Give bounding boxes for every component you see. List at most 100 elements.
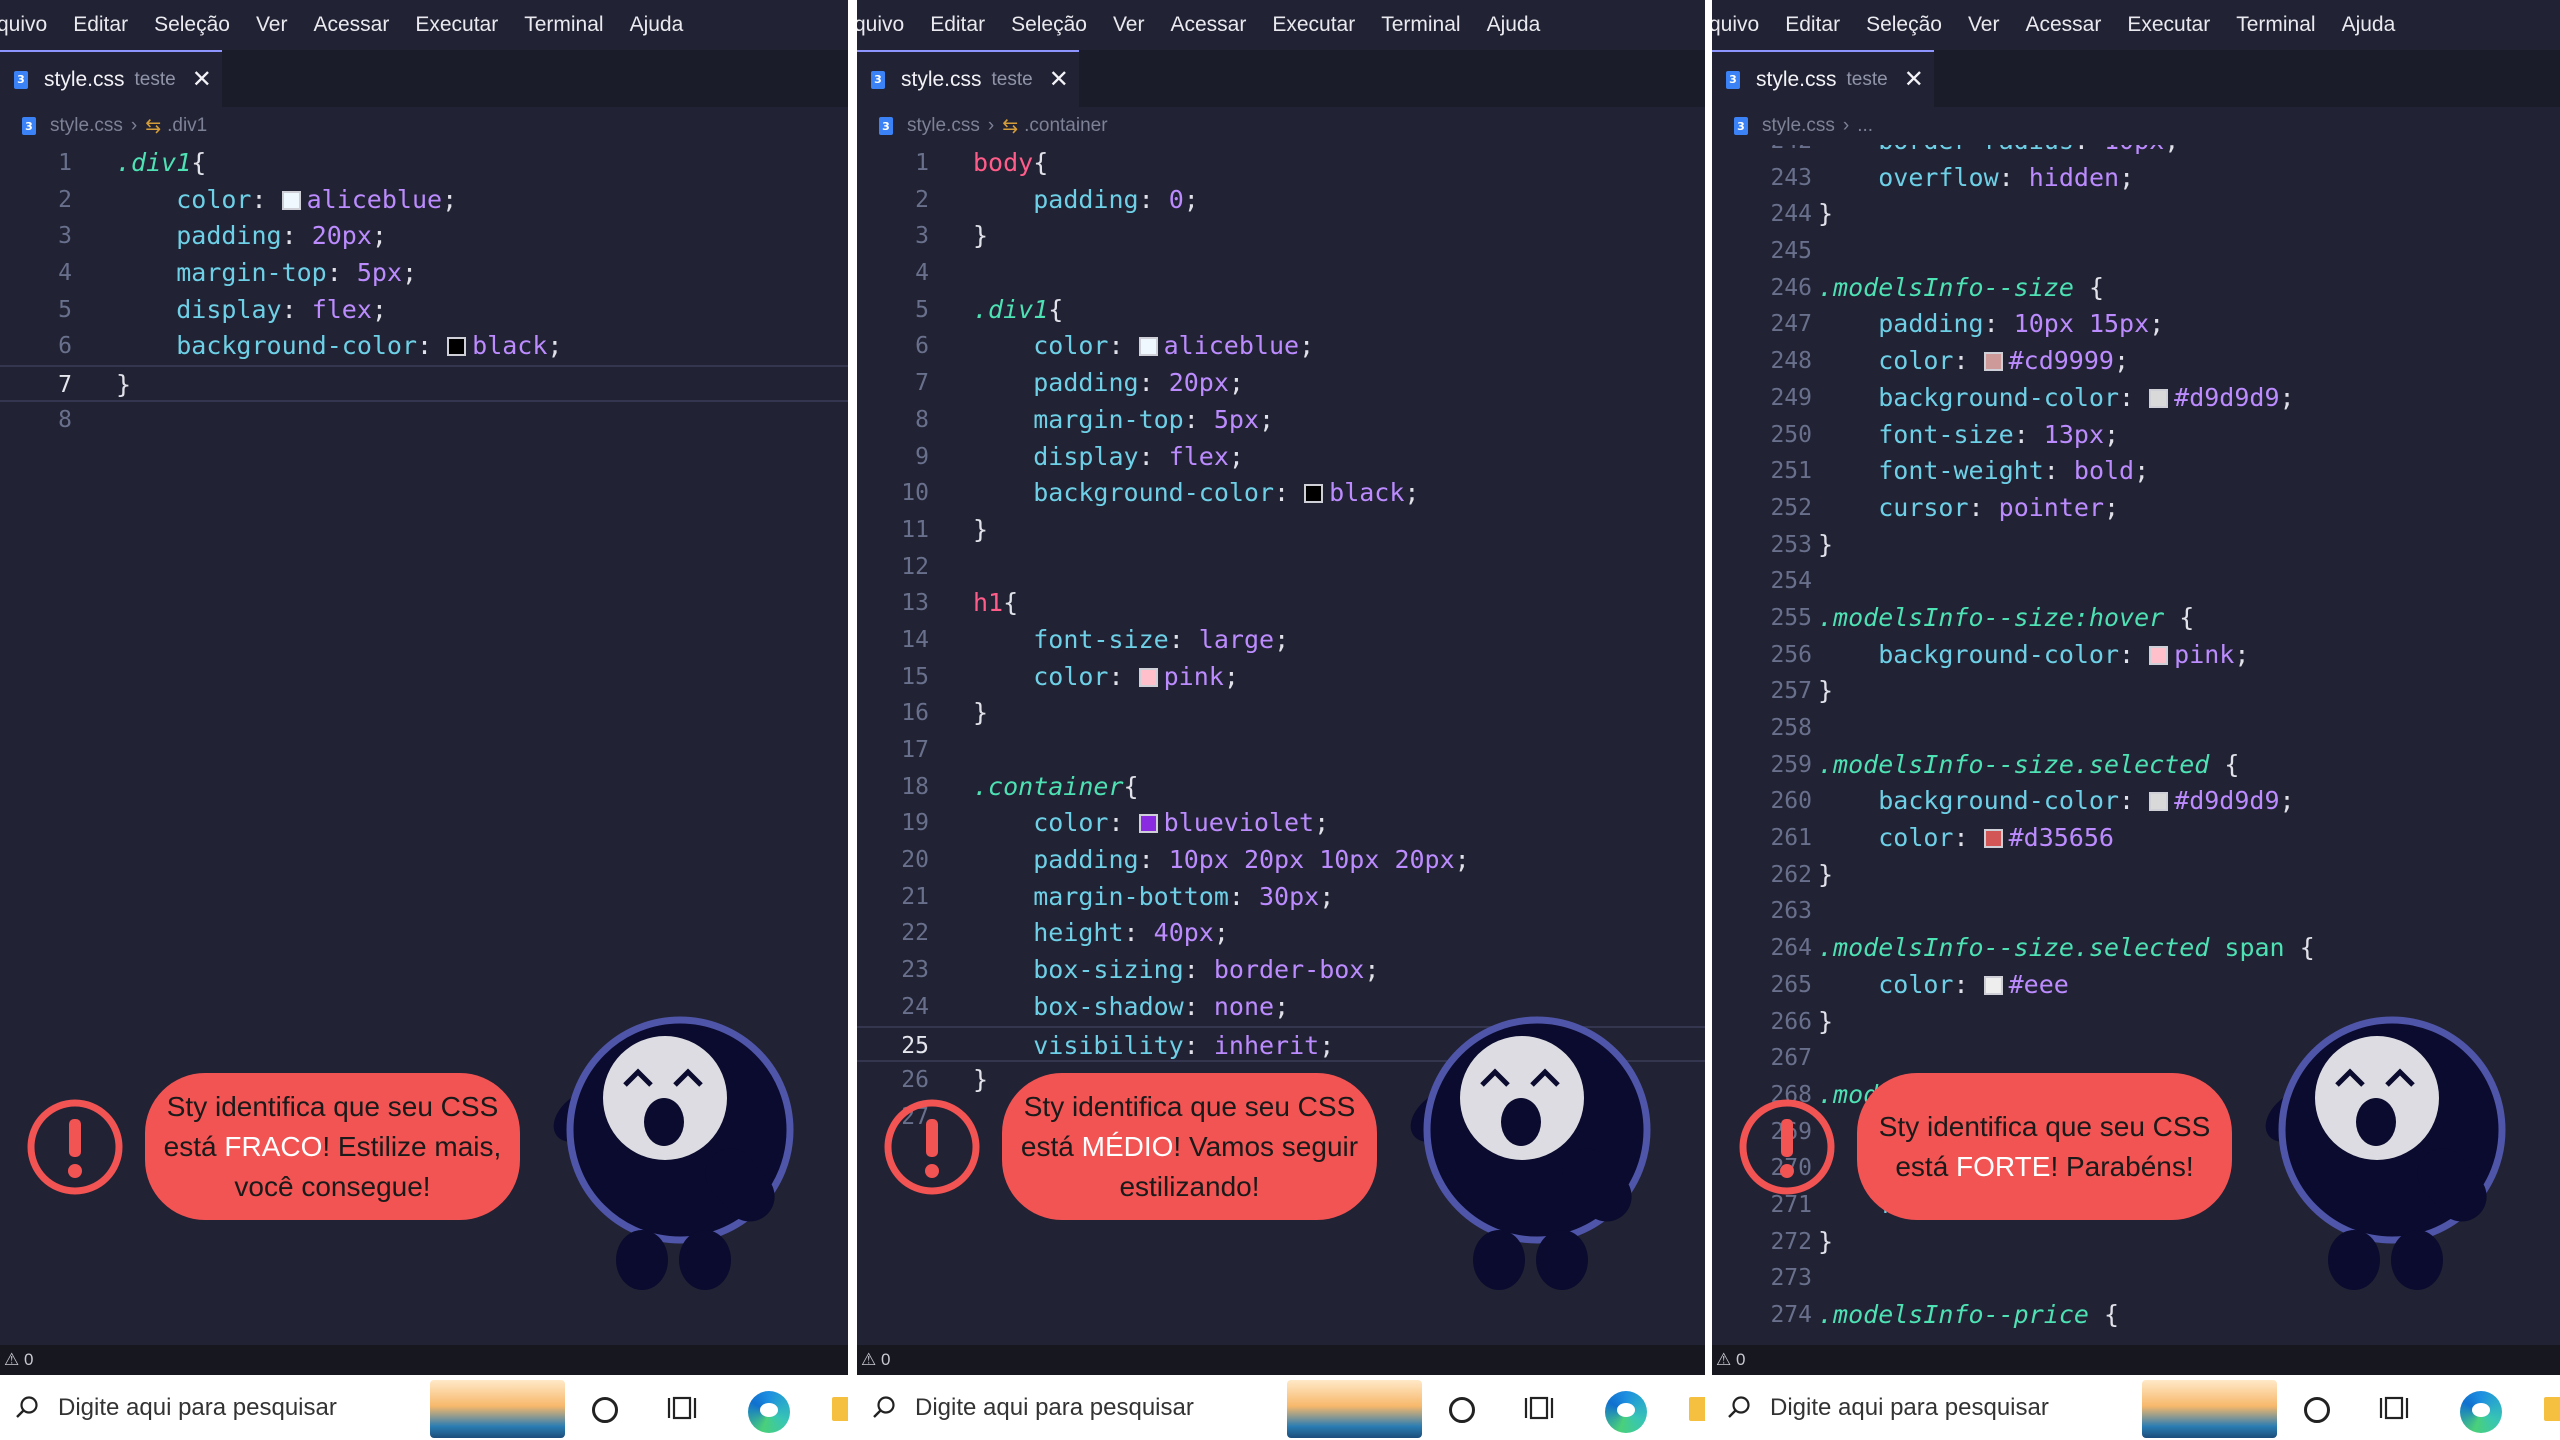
taskbar-search-input[interactable]: Digite aqui para pesquisar bbox=[58, 1394, 337, 1422]
code-line[interactable]: 22 height: 40px; bbox=[857, 915, 1705, 952]
code-line[interactable]: 2 color: aliceblue; bbox=[0, 182, 848, 219]
menu-item-2[interactable]: Editar bbox=[1785, 13, 1840, 37]
code-line[interactable]: 251 font-weight: bold; bbox=[1712, 453, 2560, 490]
file-explorer-icon[interactable] bbox=[832, 1397, 848, 1421]
menu-item-5[interactable]: Acessar bbox=[313, 13, 389, 37]
code-line[interactable]: 4 margin-top: 5px; bbox=[0, 255, 848, 292]
code-line[interactable]: 12 bbox=[857, 549, 1705, 586]
close-icon[interactable]: ✕ bbox=[1904, 65, 1924, 94]
code-line[interactable]: 1 body{ bbox=[857, 145, 1705, 182]
menu-item-5[interactable]: Acessar bbox=[2025, 13, 2101, 37]
code-line[interactable]: 245 bbox=[1712, 233, 2560, 270]
code-line[interactable]: 256 background-color: pink; bbox=[1712, 637, 2560, 674]
code-line[interactable]: 14 font-size: large; bbox=[857, 622, 1705, 659]
taskbar-search-input[interactable]: Digite aqui para pesquisar bbox=[1770, 1394, 2049, 1422]
code-line[interactable]: 7 padding: 20px; bbox=[857, 365, 1705, 402]
code-line[interactable]: 7} bbox=[0, 365, 848, 402]
code-line[interactable]: 9 display: flex; bbox=[857, 439, 1705, 476]
search-highlight-image[interactable] bbox=[1287, 1380, 1422, 1438]
code-line[interactable]: 258 bbox=[1712, 710, 2560, 747]
code-line[interactable]: 262} bbox=[1712, 857, 2560, 894]
cortana-icon[interactable] bbox=[592, 1397, 618, 1423]
task-view-icon[interactable] bbox=[2379, 1395, 2409, 1421]
cortana-icon[interactable] bbox=[2304, 1397, 2330, 1423]
tab-style-css[interactable]: 3 style.css teste ✕ bbox=[0, 50, 222, 107]
code-line[interactable]: 3} bbox=[857, 218, 1705, 255]
code-line[interactable]: 265 color: #eee bbox=[1712, 967, 2560, 1004]
search-icon[interactable] bbox=[1726, 1395, 1752, 1421]
breadcrumb-file[interactable]: style.css bbox=[1762, 115, 1835, 137]
taskbar-search-input[interactable]: Digite aqui para pesquisar bbox=[915, 1394, 1194, 1422]
code-line[interactable]: 261 color: #d35656 bbox=[1712, 820, 2560, 857]
code-line[interactable]: 11} bbox=[857, 512, 1705, 549]
menu-item-8[interactable]: Ajuda bbox=[1487, 13, 1541, 37]
code-line[interactable]: 21 margin-bottom: 30px; bbox=[857, 879, 1705, 916]
edge-browser-icon[interactable] bbox=[748, 1391, 790, 1433]
breadcrumb-symbol[interactable]: ... bbox=[1857, 115, 1873, 137]
status-count[interactable]: 0 bbox=[1736, 1350, 1745, 1369]
code-line[interactable]: 13 h1{ bbox=[857, 585, 1705, 622]
code-line[interactable]: 10 background-color: black; bbox=[857, 475, 1705, 512]
code-line[interactable]: 2 padding: 0; bbox=[857, 182, 1705, 219]
breadcrumb-symbol[interactable]: .container bbox=[1024, 115, 1107, 137]
code-line[interactable]: 16} bbox=[857, 695, 1705, 732]
code-line[interactable]: 242 border-radius: 10px; bbox=[1712, 145, 2560, 160]
code-line[interactable]: 8 bbox=[0, 402, 848, 439]
code-line[interactable]: 255 .modelsInfo--size:hover { bbox=[1712, 600, 2560, 637]
edge-browser-icon[interactable] bbox=[1605, 1391, 1647, 1433]
search-highlight-image[interactable] bbox=[430, 1380, 565, 1438]
menu-item-4[interactable]: Ver bbox=[256, 13, 288, 37]
menu-item-5[interactable]: Acessar bbox=[1170, 13, 1246, 37]
code-line[interactable]: 264 .modelsInfo--size.selected span { bbox=[1712, 930, 2560, 967]
menu-item-2[interactable]: Editar bbox=[73, 13, 128, 37]
menu-item-3[interactable]: Seleção bbox=[1011, 13, 1087, 37]
code-line[interactable]: 1 .div1{ bbox=[0, 145, 848, 182]
menu-item-1[interactable]: rquivo bbox=[857, 13, 904, 37]
code-line[interactable]: 246 .modelsInfo--size { bbox=[1712, 270, 2560, 307]
menu-item-2[interactable]: Editar bbox=[930, 13, 985, 37]
search-highlight-image[interactable] bbox=[2142, 1380, 2277, 1438]
code-line[interactable]: 247 padding: 10px 15px; bbox=[1712, 306, 2560, 343]
search-icon[interactable] bbox=[871, 1395, 897, 1421]
status-count[interactable]: 0 bbox=[24, 1350, 33, 1369]
menu-item-8[interactable]: Ajuda bbox=[630, 13, 684, 37]
breadcrumb-symbol[interactable]: .div1 bbox=[167, 115, 207, 137]
code-line[interactable]: 257} bbox=[1712, 673, 2560, 710]
code-line[interactable]: 254 bbox=[1712, 563, 2560, 600]
code-line[interactable]: 17 bbox=[857, 732, 1705, 769]
code-line[interactable]: 19 color: blueviolet; bbox=[857, 805, 1705, 842]
close-icon[interactable]: ✕ bbox=[192, 65, 212, 94]
code-line[interactable]: 15 color: pink; bbox=[857, 659, 1705, 696]
code-line[interactable]: 249 background-color: #d9d9d9; bbox=[1712, 380, 2560, 417]
code-line[interactable]: 6 color: aliceblue; bbox=[857, 328, 1705, 365]
menu-item-7[interactable]: Terminal bbox=[524, 13, 603, 37]
breadcrumb-file[interactable]: style.css bbox=[50, 115, 123, 137]
status-count[interactable]: 0 bbox=[881, 1350, 890, 1369]
file-explorer-icon[interactable] bbox=[2544, 1397, 2560, 1421]
code-line[interactable]: 3 padding: 20px; bbox=[0, 218, 848, 255]
code-line[interactable]: 248 color: #cd9999; bbox=[1712, 343, 2560, 380]
code-line[interactable]: 243 overflow: hidden; bbox=[1712, 160, 2560, 197]
search-icon[interactable] bbox=[14, 1395, 40, 1421]
menu-item-6[interactable]: Executar bbox=[415, 13, 498, 37]
menu-item-4[interactable]: Ver bbox=[1113, 13, 1145, 37]
breadcrumb-file[interactable]: style.css bbox=[907, 115, 980, 137]
menu-item-7[interactable]: Terminal bbox=[2236, 13, 2315, 37]
tab-style-css[interactable]: 3 style.css teste ✕ bbox=[857, 50, 1079, 107]
code-line[interactable]: 4 bbox=[857, 255, 1705, 292]
task-view-icon[interactable] bbox=[667, 1395, 697, 1421]
code-line[interactable]: 250 font-size: 13px; bbox=[1712, 417, 2560, 454]
code-line[interactable]: 253} bbox=[1712, 527, 2560, 564]
menu-item-1[interactable]: rquivo bbox=[1712, 13, 1759, 37]
code-line[interactable]: 252 cursor: pointer; bbox=[1712, 490, 2560, 527]
code-line[interactable]: 260 background-color: #d9d9d9; bbox=[1712, 783, 2560, 820]
menu-item-7[interactable]: Terminal bbox=[1381, 13, 1460, 37]
menu-item-1[interactable]: rquivo bbox=[0, 13, 47, 37]
menu-item-6[interactable]: Executar bbox=[2127, 13, 2210, 37]
cortana-icon[interactable] bbox=[1449, 1397, 1475, 1423]
code-line[interactable]: 20 padding: 10px 20px 10px 20px; bbox=[857, 842, 1705, 879]
code-line[interactable]: 244} bbox=[1712, 196, 2560, 233]
code-line[interactable]: 6 background-color: black; bbox=[0, 328, 848, 365]
tab-style-css[interactable]: 3 style.css teste ✕ bbox=[1712, 50, 1934, 107]
edge-browser-icon[interactable] bbox=[2460, 1391, 2502, 1433]
